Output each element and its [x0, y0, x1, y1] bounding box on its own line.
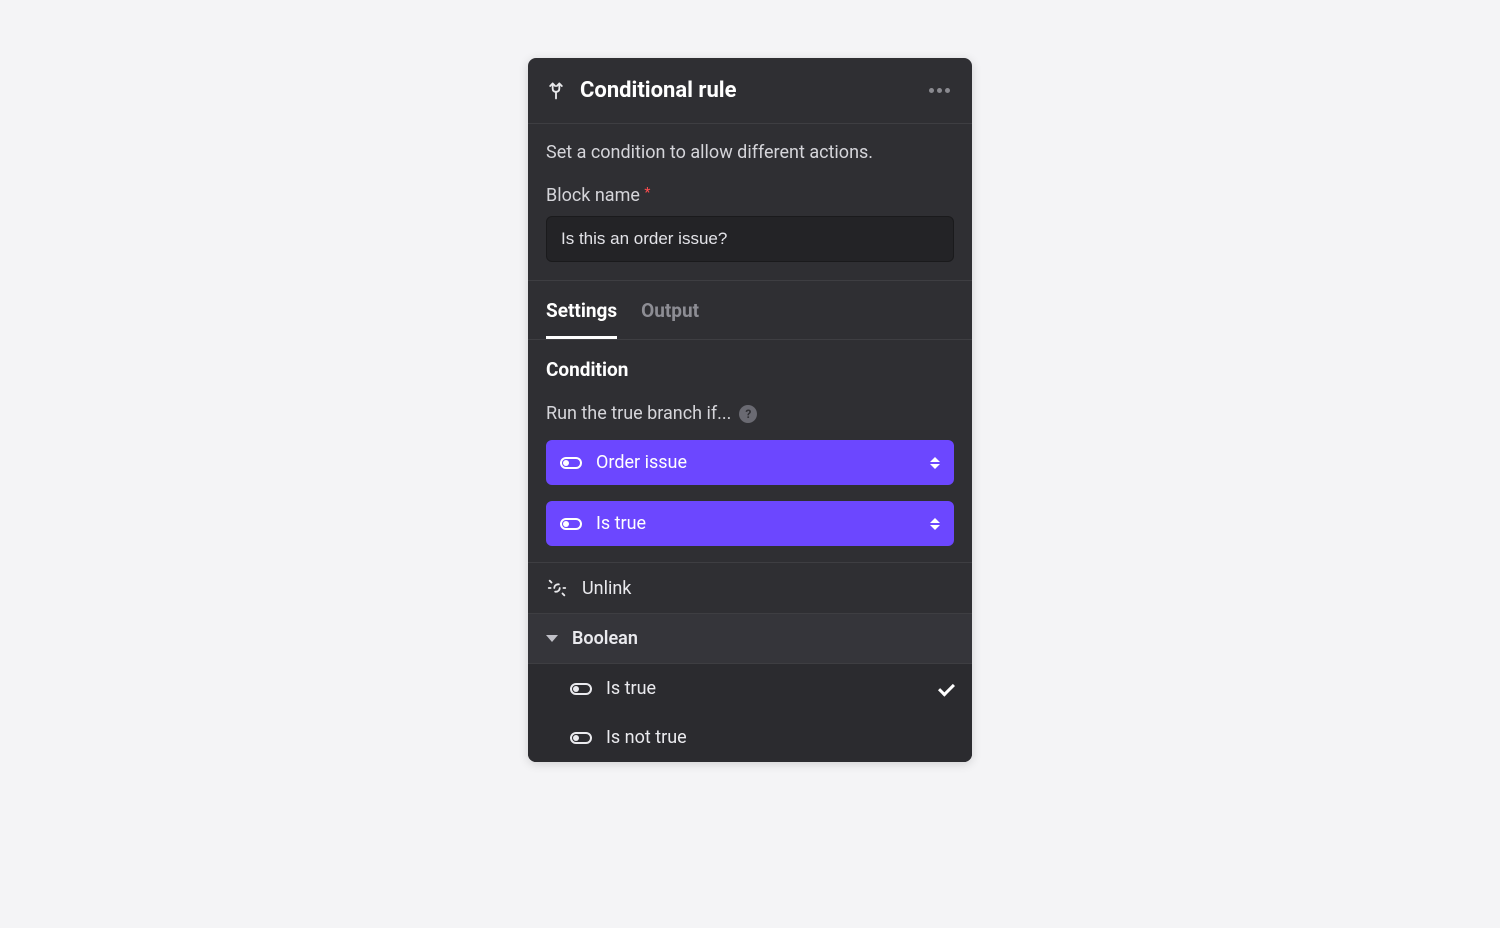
- dropdown-option-is-true[interactable]: Is true: [528, 664, 972, 713]
- unlink-icon: [546, 577, 568, 599]
- panel-header: Conditional rule: [528, 58, 972, 124]
- dropdown-group-boolean[interactable]: Boolean: [528, 614, 972, 664]
- intro-section: Set a condition to allow different actio…: [528, 124, 972, 281]
- toggle-icon: [560, 518, 582, 530]
- required-indicator: *: [644, 185, 650, 201]
- toggle-icon: [560, 457, 582, 469]
- dropdown-option-label: Is true: [606, 678, 656, 699]
- dropdown-option-label: Is not true: [606, 727, 687, 748]
- dropdown-option-is-not-true[interactable]: Is not true: [528, 713, 972, 762]
- chevron-down-icon: [546, 635, 558, 642]
- tabs: Settings Output: [528, 281, 972, 340]
- help-icon[interactable]: ?: [739, 405, 757, 423]
- condition-section: Condition Run the true branch if... ? Or…: [528, 340, 972, 562]
- condition-variable-select[interactable]: Order issue: [546, 440, 954, 485]
- condition-operator-select[interactable]: Is true: [546, 501, 954, 546]
- condition-title: Condition: [546, 358, 954, 381]
- conditional-rule-panel: Conditional rule Set a condition to allo…: [528, 58, 972, 762]
- more-menu-button[interactable]: [925, 84, 954, 97]
- dropdown-group-label: Boolean: [572, 628, 638, 649]
- tab-output[interactable]: Output: [641, 281, 699, 339]
- condition-variable-label: Order issue: [596, 452, 687, 473]
- toggle-icon: [570, 732, 592, 744]
- block-name-input[interactable]: [546, 216, 954, 262]
- panel-title: Conditional rule: [580, 78, 737, 103]
- unlink-label: Unlink: [582, 578, 631, 599]
- branch-icon: [546, 81, 566, 101]
- select-chevrons-icon: [930, 457, 940, 469]
- run-branch-label: Run the true branch if... ?: [546, 403, 954, 424]
- toggle-icon: [570, 683, 592, 695]
- condition-operator-label: Is true: [596, 513, 646, 534]
- operator-dropdown: Unlink Boolean Is true Is not true: [528, 562, 972, 762]
- header-left: Conditional rule: [546, 78, 737, 103]
- tab-settings[interactable]: Settings: [546, 281, 617, 339]
- unlink-option[interactable]: Unlink: [528, 563, 972, 614]
- block-name-label: Block name *: [546, 185, 954, 206]
- panel-description: Set a condition to allow different actio…: [546, 142, 954, 163]
- select-chevrons-icon: [930, 518, 940, 530]
